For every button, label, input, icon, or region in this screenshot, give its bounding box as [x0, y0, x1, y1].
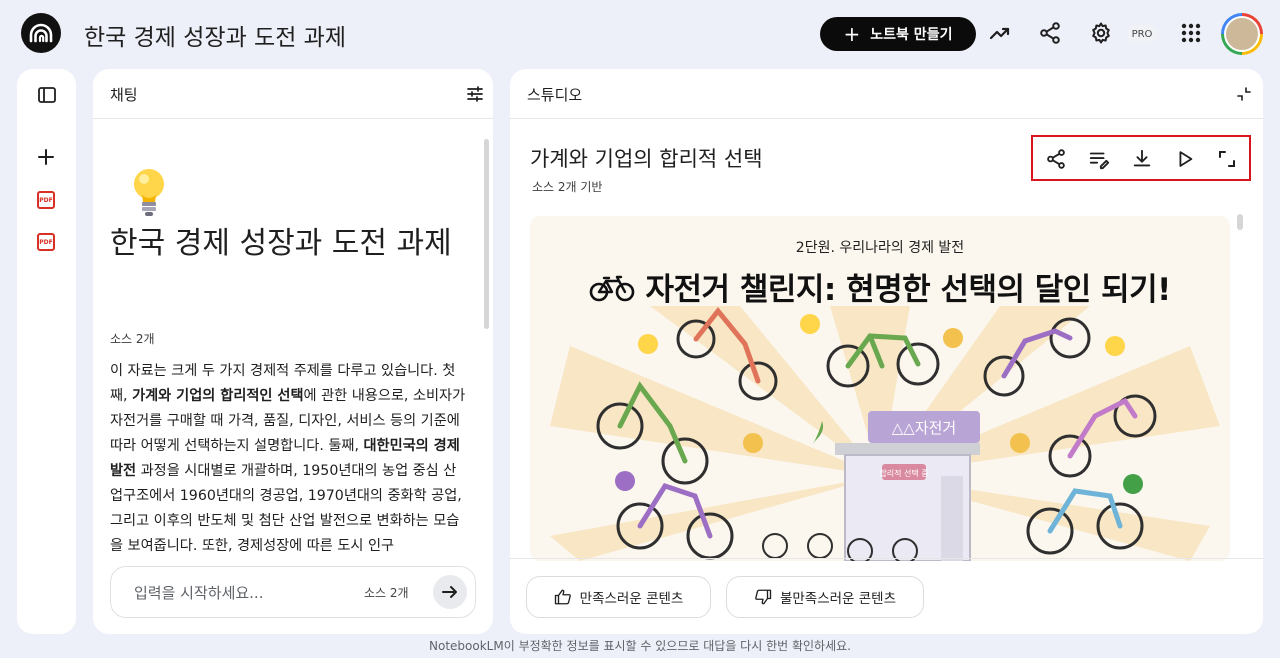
summary-text: 과정을 시대별로 개괄하며, 1950년대의 농업 중심 산업구조에서 1960… — [110, 463, 462, 554]
chat-notebook-title: 한국 경제 성장과 도전 과제 — [110, 226, 452, 261]
disclaimer-text: NotebookLM이 부정확한 정보를 표시할 수 있으므로 대답을 다시 한… — [429, 639, 851, 653]
infographic-title: 자전거 챌린지: 현명한 선택의 달인 되기! — [530, 264, 1230, 309]
apps-grid-icon[interactable] — [1178, 20, 1204, 46]
settings-icon[interactable] — [1088, 20, 1114, 46]
collapse-icon[interactable] — [1233, 83, 1255, 105]
infographic-image[interactable]: 2단원. 우리나라의 경제 발전 자전거 챌린지: 현명한 선택의 달인 되기! — [530, 216, 1230, 561]
pro-badge: PRO — [1127, 25, 1157, 43]
lightbulb-icon — [130, 167, 168, 223]
content-toolbar — [1031, 135, 1251, 181]
edit-notes-icon[interactable] — [1087, 147, 1111, 171]
analytics-icon[interactable] — [987, 20, 1013, 46]
chat-panel-title: 채팅 — [110, 86, 138, 104]
chat-source-count: 소스 2개 — [110, 332, 155, 346]
create-notebook-button[interactable]: + 노트북 만들기 — [820, 17, 976, 51]
user-avatar[interactable] — [1221, 13, 1263, 55]
infographic-subtitle: 2단원. 우리나라의 경제 발전 — [795, 240, 965, 256]
send-button[interactable] — [433, 575, 467, 609]
chat-input-box: 소스 2개 — [110, 566, 476, 618]
notebook-title[interactable]: 한국 경제 성장과 도전 과제 — [84, 18, 346, 52]
play-icon[interactable] — [1173, 147, 1197, 171]
negative-feedback-label: 불만족스러운 콘텐츠 — [779, 591, 897, 607]
chat-input[interactable] — [134, 581, 344, 605]
chat-settings-icon[interactable] — [463, 82, 487, 106]
thumbs-down-icon — [755, 589, 772, 605]
add-source-icon[interactable] — [34, 145, 58, 169]
avatar-image — [1224, 16, 1260, 52]
chat-summary: 이 자료는 크게 두 가지 경제적 주제를 다루고 있습니다. 첫째, 가계와 … — [110, 359, 468, 559]
create-notebook-label: 노트북 만들기 — [870, 27, 953, 43]
sidebar-toggle-icon[interactable] — [35, 83, 59, 107]
positive-feedback-label: 만족스러운 콘텐츠 — [579, 591, 684, 607]
pdf-icon: PDF — [37, 191, 55, 209]
notebooklm-logo-icon[interactable] — [21, 13, 61, 53]
chat-scrollbar[interactable] — [484, 139, 489, 329]
summary-highlight: 가계와 기업의 합리적인 선택 — [132, 388, 304, 404]
chat-header-divider — [93, 118, 493, 119]
bicycle-illustration: △△자전거 합리적 선택 중 — [550, 306, 1220, 561]
shop-sign-text: △△자전거 — [892, 419, 956, 437]
arrow-right-icon — [442, 586, 457, 598]
share-icon[interactable] — [1044, 147, 1068, 171]
pdf-icon: PDF — [37, 233, 55, 251]
studio-panel-title: 스튜디오 — [527, 86, 583, 104]
studio-content-subtitle: 소스 2개 기반 — [532, 180, 603, 194]
top-bar: 한국 경제 성장과 도전 과제 + 노트북 만들기 PRO — [0, 0, 1280, 66]
pdf-source-2[interactable]: PDF — [36, 232, 56, 252]
studio-content-title: 가계와 기업의 합리적 선택 — [530, 147, 763, 171]
fullscreen-icon[interactable] — [1215, 147, 1239, 171]
download-icon[interactable] — [1130, 147, 1154, 171]
infographic-title-text: 자전거 챌린지: 현명한 선택의 달인 되기! — [645, 272, 1171, 308]
chat-panel: 채팅 한국 경제 성장과 도전 과제 소스 2개 이 자료는 크게 두 가지 경… — [93, 69, 493, 634]
share-icon[interactable] — [1037, 20, 1063, 46]
sources-sidebar: PDF PDF — [17, 69, 76, 634]
studio-header-divider — [510, 118, 1263, 119]
studio-scrollbar[interactable] — [1237, 214, 1243, 230]
bicycle-icon — [589, 275, 635, 302]
shop-banner-text: 합리적 선택 중 — [879, 468, 928, 478]
pdf-source-1[interactable]: PDF — [36, 190, 56, 210]
plus-icon: + — [843, 22, 861, 46]
studio-footer-divider — [510, 558, 1263, 559]
thumbs-down-button[interactable]: 불만족스러운 콘텐츠 — [726, 576, 924, 618]
input-source-count: 소스 2개 — [364, 586, 409, 600]
thumbs-up-icon — [554, 589, 571, 605]
studio-panel: 스튜디오 가계와 기업의 합리적 선택 소스 2개 기반 2단원. 우리나라의 … — [510, 69, 1263, 634]
thumbs-up-button[interactable]: 만족스러운 콘텐츠 — [526, 576, 711, 618]
